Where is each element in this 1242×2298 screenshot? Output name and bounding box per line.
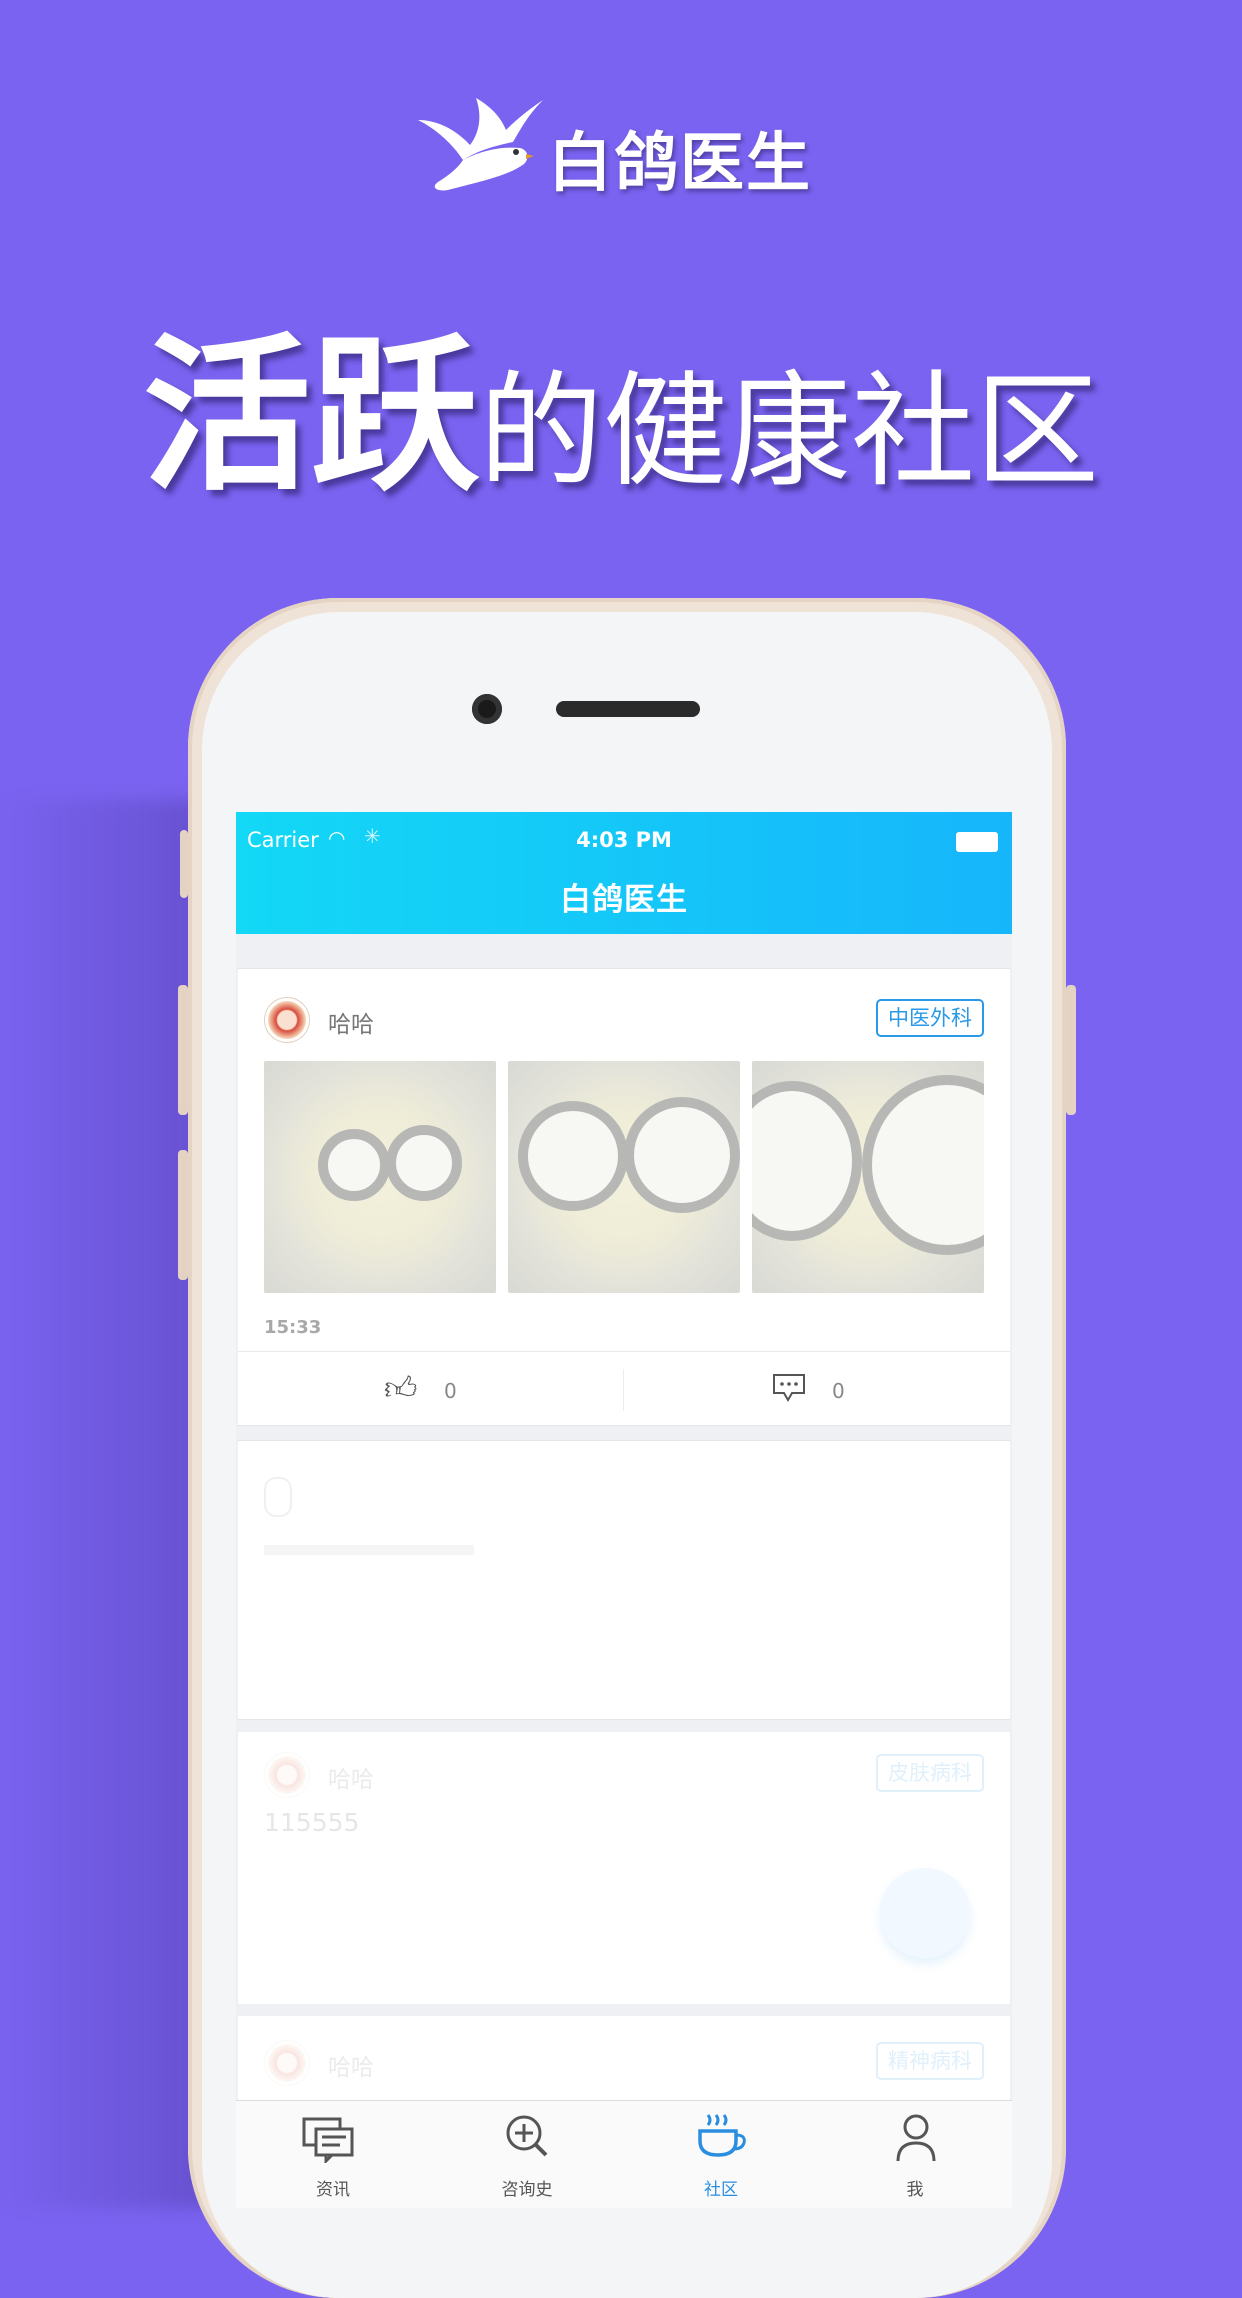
page-title: 白鸽医生 — [560, 882, 688, 918]
post-card-loading[interactable] — [238, 1440, 1010, 1720]
faded-content: 哈哈 皮肤病科 115555 — [238, 1732, 1010, 2004]
image-detail — [518, 1101, 628, 1211]
post-time: 15:33 — [264, 1317, 322, 1338]
status-bar: Carrier ◠ ✳ 4:03 PM — [236, 820, 1012, 854]
department-tag[interactable]: 皮肤病科 — [876, 1754, 984, 1792]
phone-mute-switch — [180, 830, 188, 898]
divider — [238, 1351, 1010, 1352]
tab-label: 资讯 — [316, 2180, 350, 2200]
post-username[interactable]: 哈哈 — [328, 2048, 374, 2082]
tab-consult-history[interactable]: 咨询史 — [430, 2101, 624, 2208]
comment-count: 0 — [832, 1379, 845, 1403]
phone-power-button — [1066, 985, 1076, 1115]
floating-action-button[interactable] — [880, 1868, 970, 1958]
coffee-cup-icon — [698, 2114, 746, 2157]
consult-history-icon — [506, 2115, 548, 2157]
comment-icon — [773, 1374, 805, 1403]
front-camera — [472, 694, 502, 724]
post-username[interactable]: 哈哈 — [328, 1760, 374, 1794]
avatar[interactable] — [264, 1752, 310, 1798]
post-image[interactable] — [264, 1061, 496, 1293]
image-detail — [624, 1097, 740, 1213]
promo-headline: 活跃的健康社区 — [0, 280, 1242, 523]
divider — [623, 1369, 624, 1411]
tab-label: 我 — [906, 2180, 924, 2200]
tab-label: 咨询史 — [501, 2180, 553, 2200]
status-time: 4:03 PM — [576, 828, 672, 852]
headline-bold: 活跃 — [142, 318, 479, 514]
tab-community[interactable]: 社区 — [624, 2101, 818, 2208]
tab-bar: 资讯 咨询史 社区 我 — [236, 2100, 1012, 2208]
dove-icon — [418, 98, 543, 191]
brand-logo: 白鸽医生 — [0, 90, 1242, 210]
phone-volume-down — [178, 1150, 188, 1280]
news-icon — [302, 2117, 354, 2163]
post-image[interactable] — [508, 1061, 740, 1293]
comment-button[interactable]: 0 — [772, 1369, 892, 1411]
earpiece-speaker — [556, 701, 700, 717]
placeholder-icon — [264, 1477, 292, 1517]
like-count: 0 — [444, 1379, 457, 1403]
battery-icon — [956, 832, 998, 852]
tab-news[interactable]: 资讯 — [236, 2101, 430, 2208]
phone-screen: Carrier ◠ ✳ 4:03 PM 白鸽医生 哈哈 中医外科 15:33 👍… — [236, 812, 1012, 2208]
post-username[interactable]: 哈哈 — [328, 1005, 374, 1039]
image-detail — [752, 1081, 862, 1241]
thumbs-up-icon: 👍︎ — [384, 1369, 418, 1407]
post-card[interactable]: 哈哈 皮肤病科 115555 — [238, 1732, 1010, 2004]
tab-label: 社区 — [704, 2180, 738, 2200]
image-detail — [386, 1125, 462, 1201]
post-card[interactable]: 哈哈 中医外科 15:33 👍︎ 0 0 — [238, 968, 1010, 1426]
post-image[interactable] — [752, 1061, 984, 1293]
image-detail — [862, 1075, 984, 1255]
faded-content: 哈哈 精神病科 — [238, 2016, 1010, 2106]
post-text: 115555 — [264, 1808, 360, 1837]
phone-volume-up — [178, 985, 188, 1115]
department-tag[interactable]: 中医外科 — [876, 999, 984, 1037]
image-detail — [318, 1129, 390, 1201]
navigation-bar: Carrier ◠ ✳ 4:03 PM 白鸽医生 — [236, 812, 1012, 934]
placeholder-line — [264, 1545, 474, 1555]
like-button[interactable]: 👍︎ 0 — [384, 1369, 504, 1411]
tab-profile[interactable]: 我 — [818, 2101, 1012, 2208]
avatar[interactable] — [264, 997, 310, 1043]
avatar[interactable] — [264, 2040, 310, 2086]
brand-name: 白鸽医生 — [548, 127, 812, 201]
profile-icon — [896, 2114, 936, 2162]
department-tag[interactable]: 精神病科 — [876, 2042, 984, 2080]
headline-regular: 的健康社区 — [478, 360, 1099, 504]
post-card[interactable]: 哈哈 精神病科 — [238, 2016, 1010, 2106]
